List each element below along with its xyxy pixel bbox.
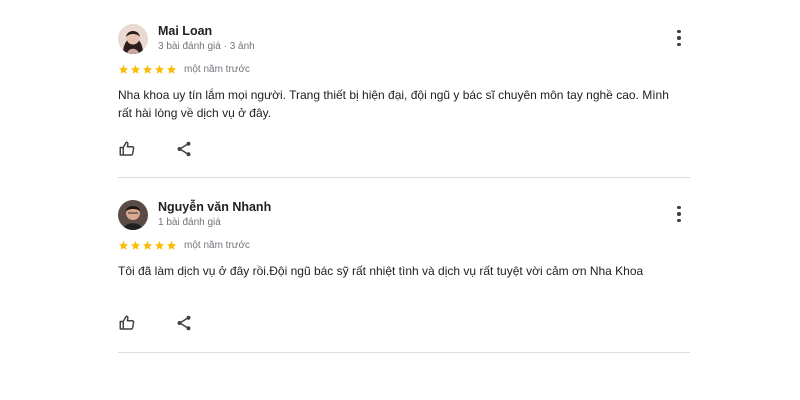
divider [118,177,690,178]
review-text: Nha khoa uy tín lắm mọi người. Trang thi… [118,88,669,120]
review-actions [118,314,193,332]
share-icon[interactable] [175,314,193,332]
share-icon[interactable] [175,140,193,158]
review-text: Tôi đã làm dịch vụ ở đây rồi.Đội ngũ bác… [118,264,644,278]
star-icon [118,240,129,250]
review-card: Mai Loan 3 bài đánh giá · 3 ảnh một năm … [118,22,690,178]
star-icon [154,64,165,74]
review-author-meta: 1 bài đánh giá [158,217,221,228]
review-author[interactable]: Mai Loan [158,24,212,38]
star-icon [118,64,129,74]
avatar[interactable] [118,24,148,54]
avatar[interactable] [118,200,148,230]
review-author-meta: 3 bài đánh giá · 3 ảnh [158,41,255,52]
star-icon [130,64,141,74]
divider [118,352,690,353]
review-author[interactable]: Nguyễn văn Nhanh [158,200,271,214]
star-icon [166,240,177,250]
more-vert-icon[interactable] [676,30,682,46]
rating-row: một năm trước [118,64,250,75]
star-icon [142,240,153,250]
review-card: Nguyễn văn Nhanh 1 bài đánh giá một năm … [118,198,690,353]
more-vert-icon[interactable] [676,206,682,222]
review-time: một năm trước [184,64,251,75]
thumbs-up-icon[interactable] [118,314,136,332]
star-icon [142,64,153,74]
star-icon [130,240,141,250]
star-rating [118,240,178,251]
star-rating [118,64,178,75]
review-time: một năm trước [184,240,251,251]
star-icon [154,240,165,250]
rating-row: một năm trước [118,240,250,251]
star-icon [166,64,177,74]
review-actions [118,140,193,158]
thumbs-up-icon[interactable] [118,140,136,158]
